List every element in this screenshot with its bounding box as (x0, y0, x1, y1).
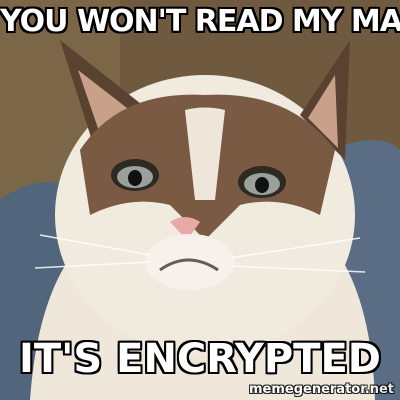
meme-top-caption: YOU WON'T READ MY MAIL (0, 3, 400, 40)
watermark-text: memegenerator.net (248, 382, 394, 397)
meme-image: YOU WON'T READ MY MAIL IT'S ENCRYPTED me… (0, 0, 400, 400)
meme-bottom-caption: IT'S ENCRYPTED (18, 335, 382, 383)
